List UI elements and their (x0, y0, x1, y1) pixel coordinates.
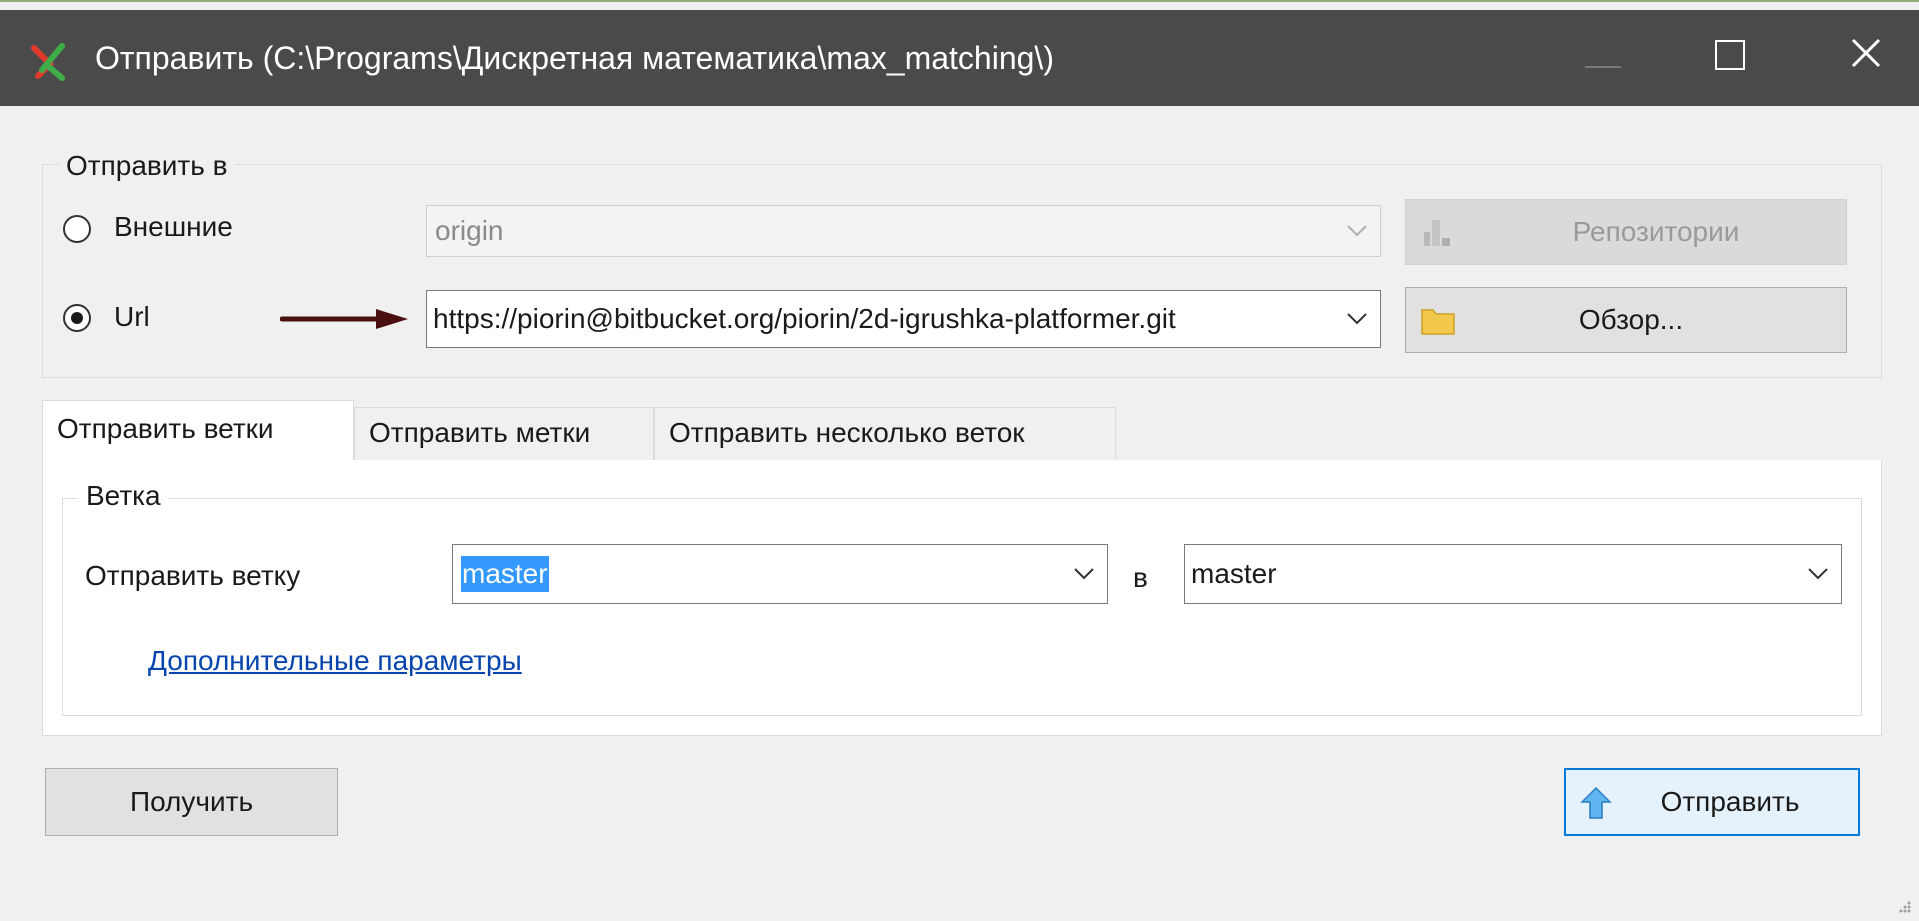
tab-push-branches[interactable]: Отправить ветки (42, 400, 354, 462)
upload-arrow-icon (1580, 786, 1612, 819)
branch-legend: Ветка (78, 480, 169, 512)
repositories-button[interactable]: Репозитории (1405, 199, 1847, 265)
repositories-button-label: Репозитории (1572, 216, 1740, 247)
arrow-right-icon (280, 309, 408, 329)
window-title: Отправить (C:\Programs\Дискретная матема… (95, 40, 1054, 76)
chevron-down-icon (1347, 313, 1367, 325)
remote-radio-label[interactable]: Внешние (114, 211, 233, 243)
tab-push-tags[interactable]: Отправить метки (354, 407, 654, 461)
close-icon (1851, 38, 1881, 68)
to-label: в (1133, 562, 1148, 593)
remote-branch-select[interactable]: master (1184, 544, 1842, 604)
remote-select[interactable]: origin (426, 205, 1381, 257)
url-combobox-value: https://piorin@bitbucket.org/piorin/2d-i… (433, 303, 1176, 334)
local-branch-select[interactable]: master (452, 544, 1108, 604)
maximize-button[interactable] (1672, 10, 1782, 106)
resize-grip-icon[interactable] (1896, 898, 1912, 914)
repository-icon (1424, 220, 1450, 246)
push-button[interactable]: Отправить (1564, 768, 1860, 836)
advanced-options-link[interactable]: Дополнительные параметры (148, 645, 522, 677)
remote-radio[interactable] (63, 215, 91, 243)
minimize-button[interactable] (1555, 10, 1665, 106)
push-branch-label: Отправить ветку (85, 560, 301, 591)
branch-group (62, 498, 1862, 716)
remote-branch-value: master (1191, 558, 1277, 589)
push-to-legend: Отправить в (60, 150, 234, 182)
local-branch-value: master (461, 556, 549, 592)
chevron-down-icon (1074, 568, 1094, 580)
browse-button[interactable]: Обзор... (1405, 287, 1847, 353)
tab-push-multiple-branches[interactable]: Отправить несколько веток (654, 407, 1116, 461)
chevron-down-icon (1808, 568, 1828, 580)
git-extensions-app-icon (31, 43, 65, 81)
title-bar: Отправить (C:\Programs\Дискретная матема… (0, 10, 1919, 106)
url-radio-label[interactable]: Url (114, 301, 150, 333)
close-button[interactable] (1809, 10, 1919, 106)
folder-icon (1421, 309, 1455, 335)
pull-button[interactable]: Получить (45, 768, 338, 836)
chevron-down-icon (1347, 225, 1367, 237)
remote-select-value: origin (435, 215, 504, 246)
push-button-label: Отправить (1660, 786, 1800, 817)
url-radio[interactable] (63, 304, 91, 332)
url-combobox[interactable]: https://piorin@bitbucket.org/piorin/2d-i… (426, 290, 1381, 348)
browse-button-label: Обзор... (1578, 304, 1684, 335)
push-dialog: Отправить (C:\Programs\Дискретная матема… (0, 0, 1919, 921)
